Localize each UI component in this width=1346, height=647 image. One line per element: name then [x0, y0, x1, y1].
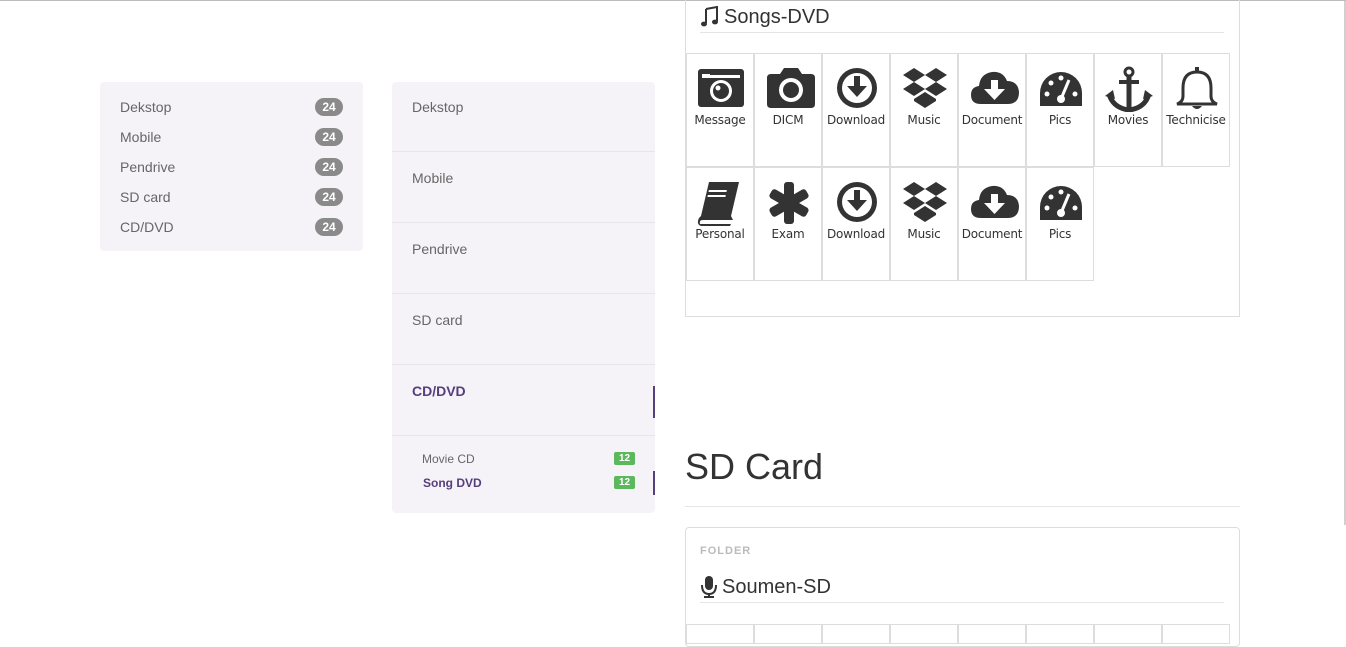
- count-badge: 24: [315, 188, 343, 206]
- sidebar-subitem-song-dvd[interactable]: Song DVD 12: [423, 476, 636, 494]
- dashboard-icon: [1040, 186, 1082, 220]
- tile-personal[interactable]: Personal: [686, 167, 754, 281]
- book-icon: [697, 182, 739, 226]
- tile-label: Document: [961, 113, 1023, 127]
- sidebar-subitem-label: Song DVD: [423, 476, 482, 490]
- sidebar-big: Dekstop Mobile Pendrive SD card CD/DVD M…: [392, 82, 655, 513]
- tile-label: Music: [907, 227, 941, 241]
- dropbox-icon: [903, 182, 947, 222]
- panel-title: Soumen-SD: [700, 572, 1224, 603]
- count-badge: 24: [315, 98, 343, 116]
- tile-partial[interactable]: [958, 624, 1026, 644]
- folder-label: FOLDER: [700, 545, 752, 557]
- tile-label: Download: [826, 113, 886, 127]
- sidebar-small-item-label: Dekstop: [120, 99, 172, 115]
- asterisk-icon: [769, 182, 809, 224]
- sidebar-big-item-label: Dekstop: [412, 99, 464, 115]
- sidebar-small-item-pendrive[interactable]: Pendrive 24: [120, 157, 343, 177]
- count-badge: 24: [315, 128, 343, 146]
- sidebar-small-item-mobile[interactable]: Mobile 24: [120, 127, 343, 147]
- cloud-download-icon: [971, 185, 1019, 218]
- tile-partial[interactable]: [890, 624, 958, 644]
- tile-document[interactable]: Document: [958, 167, 1026, 281]
- bell-icon: [1176, 67, 1218, 109]
- dropbox-icon: [903, 68, 947, 108]
- sidebar-small-item-sdcard[interactable]: SD card 24: [120, 187, 343, 207]
- section-heading: SD Card: [685, 446, 824, 487]
- tile-dicm[interactable]: DICM: [754, 53, 822, 167]
- tile-label: Exam: [771, 227, 805, 241]
- active-indicator: [653, 471, 655, 495]
- anchor-icon: [1105, 66, 1153, 112]
- dashboard-icon: [1040, 72, 1082, 106]
- sidebar-small-item-label: Pendrive: [120, 159, 176, 175]
- sidebar-big-item-desktop[interactable]: Dekstop: [392, 82, 655, 152]
- sidebar-small-item-desktop[interactable]: Dekstop 24: [120, 97, 343, 117]
- sidebar-small-item-label: CD/DVD: [120, 219, 174, 235]
- tile-message[interactable]: Message: [686, 53, 754, 167]
- camera-icon: [767, 68, 815, 108]
- tile-label: Pics: [1048, 113, 1072, 127]
- sidebar-big-item-cddvd[interactable]: CD/DVD: [392, 366, 655, 436]
- sidebar-big-item-pendrive[interactable]: Pendrive: [392, 224, 655, 294]
- sidebar-small-item-label: SD card: [120, 189, 171, 205]
- panel-title-text: Songs-DVD: [724, 5, 830, 28]
- tile-partial[interactable]: [1162, 624, 1230, 644]
- camera-retro-icon: [698, 69, 744, 107]
- microphone-icon: [701, 576, 717, 598]
- sidebar-big-item-label: Pendrive: [412, 241, 468, 257]
- tile-partial[interactable]: [754, 624, 822, 644]
- tile-music[interactable]: Music: [890, 167, 958, 281]
- sidebar-small-item-label: Mobile: [120, 129, 162, 145]
- tile-label: Music: [907, 113, 941, 127]
- sidebar-small-item-cddvd[interactable]: CD/DVD 24: [120, 217, 343, 237]
- cloud-download-icon: [971, 71, 1019, 104]
- tile-label: Document: [961, 227, 1023, 241]
- sidebar-big-item-label: Mobile: [412, 170, 454, 186]
- count-badge: 12: [614, 476, 635, 489]
- sidebar-big-item-label: CD/DVD: [412, 383, 466, 399]
- tile-label: Pics: [1048, 227, 1072, 241]
- divider: [685, 506, 1240, 507]
- sidebar-subitem-movie-cd[interactable]: Movie CD 12: [422, 452, 635, 470]
- tile-label: Movies: [1107, 113, 1149, 127]
- tile-label: Message: [694, 113, 746, 127]
- tile-download[interactable]: Download: [822, 167, 890, 281]
- count-badge: 24: [315, 158, 343, 176]
- sidebar-small: Dekstop 24 Mobile 24 Pendrive 24 SD card…: [100, 82, 363, 251]
- tile-music[interactable]: Music: [890, 53, 958, 167]
- tile-label: Personal: [695, 227, 745, 241]
- music-icon: [701, 6, 718, 27]
- sidebar-big-item-sdcard[interactable]: SD card: [392, 295, 655, 365]
- count-badge: 24: [315, 218, 343, 236]
- sidebar-big-item-mobile[interactable]: Mobile: [392, 153, 655, 223]
- tile-label: Technicise: [1166, 113, 1226, 127]
- tile-download[interactable]: Download: [822, 53, 890, 167]
- tile-pics[interactable]: Pics: [1026, 53, 1094, 167]
- tile-exam[interactable]: Exam: [754, 167, 822, 281]
- panel-title: Songs-DVD: [700, 2, 1224, 33]
- download-circle-icon: [837, 182, 877, 222]
- tile-document[interactable]: Document: [958, 53, 1026, 167]
- sidebar-big-item-label: SD card: [412, 312, 463, 328]
- panel-title-text: Soumen-SD: [722, 575, 831, 598]
- tile-partial[interactable]: [1094, 624, 1162, 644]
- tile-partial[interactable]: [1026, 624, 1094, 644]
- tile-movies[interactable]: Movies: [1094, 53, 1162, 167]
- tile-technicise[interactable]: Technicise: [1162, 53, 1230, 167]
- tile-partial[interactable]: [686, 624, 754, 644]
- tile-partial[interactable]: [822, 624, 890, 644]
- download-circle-icon: [837, 68, 877, 108]
- tile-label: DICM: [772, 113, 804, 127]
- tile-pics[interactable]: Pics: [1026, 167, 1094, 281]
- count-badge: 12: [614, 452, 635, 465]
- sidebar-subitem-label: Movie CD: [422, 452, 475, 466]
- tile-label: Download: [826, 227, 886, 241]
